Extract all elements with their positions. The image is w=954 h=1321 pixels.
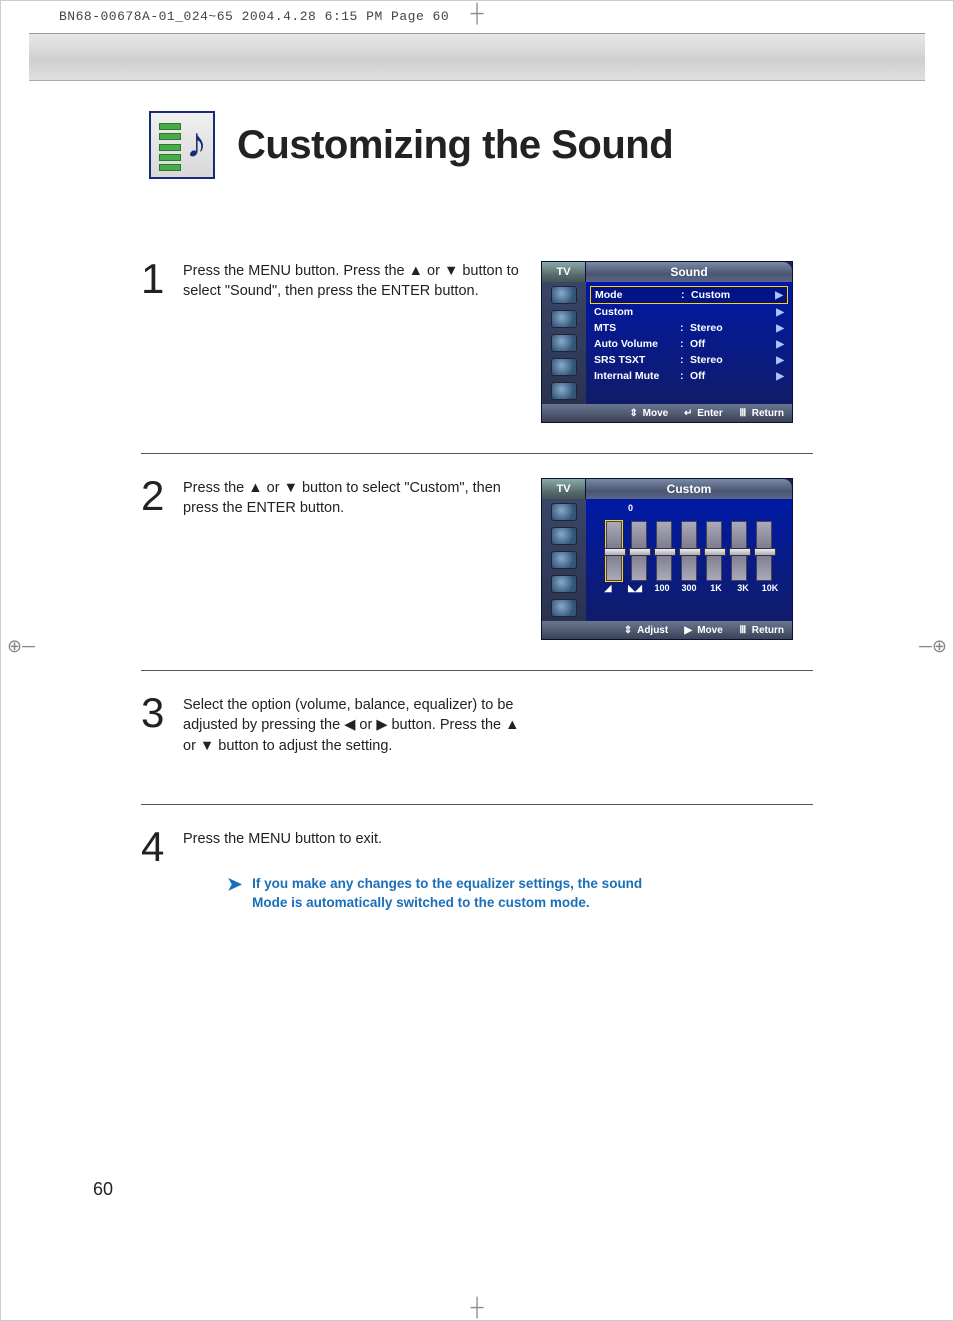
menu-value: Off — [690, 338, 776, 350]
sidebar-icon — [551, 503, 577, 521]
osd1-title: Sound — [586, 262, 792, 282]
osd-sound-menu: TV Sound — [541, 261, 793, 423]
step-4-number: 4 — [141, 829, 171, 912]
step-2: 2 Press the ▲ or ▼ button to select "Cus… — [141, 478, 813, 671]
step-1-number: 1 — [141, 261, 171, 423]
chevron-right-icon: ▶ — [776, 339, 784, 350]
step-1: 1 Press the MENU button. Press the ▲ or … — [141, 261, 813, 454]
crop-mark-bottom: ┼ — [471, 1297, 484, 1318]
enter-icon: ↵ — [682, 408, 694, 418]
band-label: 100 — [653, 583, 671, 594]
sidebar-icon — [551, 551, 577, 569]
footer-adjust: Adjust — [637, 625, 668, 636]
print-header-text: BN68-00678A-01_024~65 2004.4.28 6:15 PM … — [59, 9, 449, 24]
menu-item-auto-volume[interactable]: Auto Volume : Off ▶ — [590, 336, 788, 352]
footer-return: Return — [752, 625, 784, 636]
band-label: 1K — [707, 583, 725, 594]
band-label: 3K — [734, 583, 752, 594]
sidebar-icon — [551, 382, 577, 400]
tip-arrow-icon: ➤ — [227, 875, 242, 911]
volume-icon: ◣◢ — [626, 583, 644, 594]
osd-custom-eq: TV Custom 0 — [541, 478, 793, 640]
chevron-right-icon: ▶ — [776, 371, 784, 382]
footer-move: Move — [697, 625, 723, 636]
menu-item-mts[interactable]: MTS : Stereo ▶ — [590, 320, 788, 336]
osd1-sidebar — [542, 282, 586, 404]
osd1-footer: ⇕Move ↵Enter ⅢReturn — [542, 404, 792, 422]
eq-slider-300[interactable] — [681, 521, 697, 581]
menu-value: Off — [690, 370, 776, 382]
menu-item-internal-mute[interactable]: Internal Mute : Off ▶ — [590, 368, 788, 384]
menu-label: Mode — [595, 289, 681, 301]
balance-icon: ◢ — [599, 583, 617, 594]
right-icon: ▶ — [682, 625, 694, 635]
eq-slider-10k[interactable] — [756, 521, 772, 581]
menu-item-mode[interactable]: Mode : Custom ▶ — [590, 286, 788, 304]
footer-enter: Enter — [697, 408, 723, 419]
osd2-tv-label: TV — [542, 479, 586, 499]
osd2-sidebar — [542, 499, 586, 621]
eq-slider-1k[interactable] — [706, 521, 722, 581]
menu-value: Custom — [691, 289, 775, 301]
sidebar-icon — [551, 575, 577, 593]
return-icon: Ⅲ — [737, 625, 749, 635]
band-label: 10K — [761, 583, 779, 594]
osd1-menu-list: Mode : Custom ▶ Custom ▶ — [586, 282, 792, 404]
chevron-right-icon: ▶ — [776, 323, 784, 334]
sidebar-icon — [551, 286, 577, 304]
eq-slider-100[interactable] — [656, 521, 672, 581]
header-band — [29, 33, 925, 81]
tip-note: ➤ If you make any changes to the equaliz… — [227, 875, 667, 911]
crop-mark-right: ─⊕ — [919, 636, 947, 657]
step-3-number: 3 — [141, 695, 171, 774]
sound-icon: ♪ — [149, 111, 215, 179]
menu-label: Auto Volume — [594, 338, 680, 350]
step-2-text: Press the ▲ or ▼ button to select "Custo… — [183, 478, 523, 640]
updown-icon: ⇕ — [622, 625, 634, 635]
crop-mark-top: ┼ — [471, 3, 484, 24]
footer-move: Move — [643, 408, 669, 419]
step-2-number: 2 — [141, 478, 171, 640]
menu-value: Stereo — [690, 354, 776, 366]
menu-item-srs-tsxt[interactable]: SRS TSXT : Stereo ▶ — [590, 352, 788, 368]
return-icon: Ⅲ — [737, 408, 749, 418]
osd2-footer: ⇕Adjust ▶Move ⅢReturn — [542, 621, 792, 639]
step-1-text: Press the MENU button. Press the ▲ or ▼ … — [183, 261, 523, 423]
menu-label: SRS TSXT — [594, 354, 680, 366]
step-3: 3 Select the option (volume, balance, eq… — [141, 695, 813, 805]
page-title: Customizing the Sound — [237, 123, 673, 168]
menu-label: MTS — [594, 322, 680, 334]
osd2-title: Custom — [586, 479, 792, 499]
sidebar-icon — [551, 527, 577, 545]
chevron-right-icon: ▶ — [776, 355, 784, 366]
step-4: 4 Press the MENU button to exit. ➤ If yo… — [141, 829, 813, 912]
tip-text: If you make any changes to the equalizer… — [252, 875, 667, 911]
equalizer: 0 R — [586, 499, 792, 621]
menu-value: Stereo — [690, 322, 776, 334]
eq-band-labels: ◢ ◣◢ 100 300 1K 3K 10K — [594, 583, 784, 594]
menu-item-custom[interactable]: Custom ▶ — [590, 304, 788, 320]
step-4-text: Press the MENU button to exit. — [183, 829, 523, 849]
eq-slider-volume[interactable] — [631, 521, 647, 581]
sidebar-icon — [551, 599, 577, 617]
osd1-tv-label: TV — [542, 262, 586, 282]
eq-slider-balance[interactable] — [606, 521, 622, 581]
step-3-text: Select the option (volume, balance, equa… — [183, 695, 523, 774]
page-number: 60 — [93, 1179, 113, 1200]
sidebar-icon — [551, 334, 577, 352]
chevron-right-icon: ▶ — [776, 307, 784, 318]
crop-mark-left: ⊕─ — [7, 636, 35, 657]
eq-current-value: 0 — [628, 503, 633, 513]
band-label: 300 — [680, 583, 698, 594]
eq-slider-3k[interactable] — [731, 521, 747, 581]
footer-return: Return — [752, 408, 784, 419]
updown-icon: ⇕ — [628, 408, 640, 418]
sidebar-icon — [551, 358, 577, 376]
sidebar-icon — [551, 310, 577, 328]
manual-page: BN68-00678A-01_024~65 2004.4.28 6:15 PM … — [0, 0, 954, 1321]
chevron-right-icon: ▶ — [775, 290, 783, 301]
menu-label: Custom — [594, 306, 680, 318]
menu-label: Internal Mute — [594, 370, 680, 382]
